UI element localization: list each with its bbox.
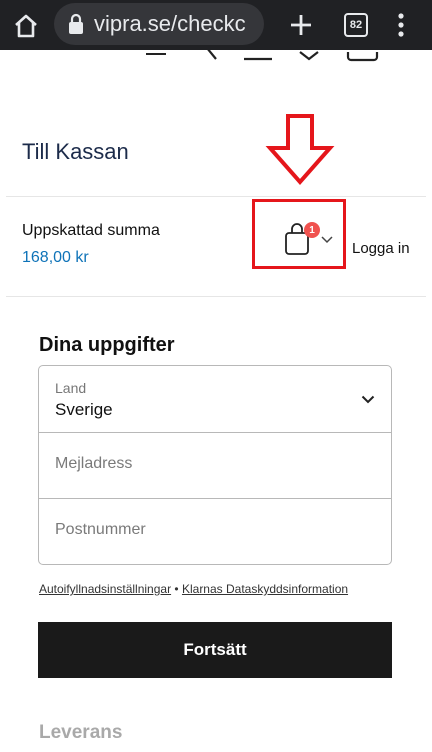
- privacy-info-link[interactable]: Klarnas Dataskyddsinformation: [182, 582, 348, 596]
- home-icon[interactable]: [12, 12, 40, 40]
- divider: [6, 296, 426, 297]
- link-separator: •: [174, 582, 179, 596]
- contact-form: Land Sverige Mejladress Postnummer: [38, 365, 392, 565]
- country-value: Sverige: [55, 400, 113, 419]
- postcode-field[interactable]: Postnummer: [39, 499, 391, 564]
- chevron-down-icon: [321, 236, 333, 244]
- address-bar[interactable]: vipra.se/checkc: [54, 3, 264, 45]
- chevron-down-icon: [361, 395, 375, 404]
- down-arrow-annotation: [265, 114, 335, 186]
- country-label: Land: [55, 380, 87, 396]
- login-link[interactable]: Logga in: [352, 240, 410, 257]
- section-title: Dina uppgifter: [39, 334, 175, 356]
- form-links: Autoifyllnadsinställningar • Klarnas Dat…: [39, 582, 348, 596]
- url-text: vipra.se/checkc: [94, 11, 246, 36]
- email-placeholder: Mejladress: [55, 455, 133, 472]
- plus-icon[interactable]: [286, 10, 316, 40]
- divider: [6, 196, 426, 197]
- browser-toolbar: vipra.se/checkc 82: [0, 0, 432, 50]
- continue-button[interactable]: Fortsätt: [38, 622, 392, 678]
- autofill-settings-link[interactable]: Autoifyllnadsinställningar: [39, 582, 171, 596]
- estimated-total-label: Uppskattad summa: [22, 222, 160, 239]
- delivery-section-title: Leverans: [39, 722, 123, 743]
- email-field[interactable]: Mejladress: [39, 433, 391, 498]
- tab-switcher-icon[interactable]: 82: [344, 13, 368, 37]
- page-title: Till Kassan: [22, 139, 129, 164]
- cart-button[interactable]: 1: [252, 199, 346, 269]
- estimated-total-value: 168,00 kr: [22, 249, 89, 266]
- postcode-placeholder: Postnummer: [55, 521, 146, 538]
- country-select[interactable]: Land Sverige: [39, 366, 391, 432]
- cart-count-badge: 1: [304, 222, 320, 238]
- lock-icon: [69, 13, 83, 34]
- site-header-icons: [146, 50, 379, 62]
- more-vert-icon[interactable]: [396, 12, 406, 38]
